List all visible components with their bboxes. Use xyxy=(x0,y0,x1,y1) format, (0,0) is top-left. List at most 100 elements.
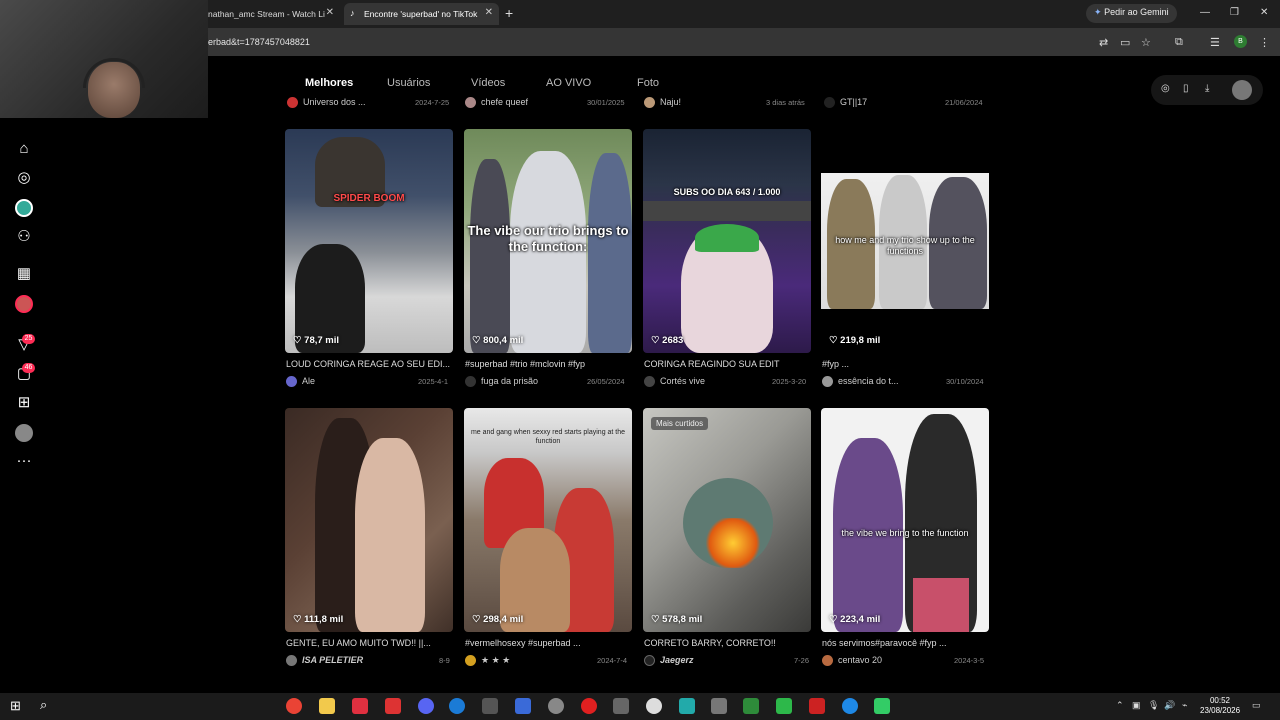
app-icon[interactable] xyxy=(711,698,727,714)
video-caption[interactable]: nós servimos#paravocê #fyp ... xyxy=(822,638,990,648)
app-icon[interactable] xyxy=(874,698,890,714)
restore-icon[interactable]: ❐ xyxy=(1230,7,1239,18)
user-avatar[interactable] xyxy=(1232,80,1252,100)
notifications-icon[interactable]: ▭ xyxy=(1252,700,1261,711)
extensions-icon[interactable]: ⧉ xyxy=(1175,36,1183,49)
video-caption[interactable]: LOUD CORINGA REAGE AO SEU EDI... xyxy=(286,359,454,369)
translate-icon[interactable]: ⇄ xyxy=(1099,36,1108,49)
avatar xyxy=(824,97,835,108)
app-icon[interactable] xyxy=(646,698,662,714)
author-name: Ale xyxy=(302,376,316,386)
video-author[interactable]: Cortés vive 2025-3-20 xyxy=(644,375,812,389)
close-icon[interactable]: ✕ xyxy=(326,7,334,18)
video-caption[interactable]: CORINGA REAGINDO SUA EDIT xyxy=(644,359,812,369)
home-icon[interactable]: ⌂ xyxy=(15,140,33,158)
person-shape xyxy=(470,159,510,353)
video-caption[interactable]: #superbad #trio #mclovin #fyp xyxy=(465,359,633,369)
search-icon[interactable]: ⌕ xyxy=(40,697,47,713)
app-icon[interactable] xyxy=(613,698,629,714)
taskbar-clock[interactable]: 00:52 23/08/2026 xyxy=(1200,696,1240,716)
network-icon[interactable]: ⌁ xyxy=(1182,700,1187,711)
menu-dots-icon[interactable]: ⋮ xyxy=(1259,36,1270,49)
app-icon[interactable] xyxy=(743,698,759,714)
list-item[interactable]: Universo dos ... 2024-7-25 xyxy=(287,96,455,110)
video-caption[interactable]: CORRETO BARRY, CORRETO!! xyxy=(644,638,812,648)
live-icon[interactable]: ▦ xyxy=(15,265,33,283)
fire-shape xyxy=(703,518,763,568)
video-author[interactable]: centavo 20 2024-3-5 xyxy=(822,654,990,668)
new-tab-button[interactable]: + xyxy=(505,5,513,21)
video-author[interactable]: Ale 2025-4-1 xyxy=(286,375,454,389)
edge-icon[interactable] xyxy=(842,698,858,714)
close-icon[interactable]: ✕ xyxy=(485,7,493,18)
app-icon[interactable] xyxy=(515,698,531,714)
post-date: 26/05/2024 xyxy=(587,377,625,386)
like-count-value: 578,8 mil xyxy=(662,614,703,625)
thumb-overlay-text: SPIDER BOOM xyxy=(333,193,405,204)
list-item[interactable]: GT||17 21/06/2024 xyxy=(824,96,992,110)
avatar xyxy=(286,376,297,387)
file-explorer-icon[interactable] xyxy=(319,698,335,714)
author-name: Naju! xyxy=(660,97,682,107)
tray-expand-icon[interactable]: ⌃ xyxy=(1116,700,1124,711)
profile-icon[interactable] xyxy=(15,424,33,442)
live-avatar-icon[interactable] xyxy=(15,295,33,313)
author-name: centavo 20 xyxy=(838,655,883,665)
tab-ao-vivo[interactable]: AO VIVO xyxy=(546,77,591,89)
app-icon[interactable] xyxy=(581,698,597,714)
app-icon[interactable] xyxy=(482,698,498,714)
volume-icon[interactable]: 🔊 xyxy=(1164,700,1175,711)
avatar xyxy=(465,97,476,108)
profile-avatar[interactable]: B xyxy=(1234,35,1247,48)
url-text[interactable]: erbad&t=1787457048821 xyxy=(208,37,310,47)
video-caption[interactable]: #fyp ... xyxy=(822,359,990,369)
tab-usuarios[interactable]: Usuários xyxy=(387,77,430,89)
video-author[interactable]: fuga da prisão 26/05/2024 xyxy=(465,375,633,389)
video-caption[interactable]: #vermelhosexy #superbad ... xyxy=(465,638,633,648)
phone-icon[interactable]: ▯ xyxy=(1183,83,1189,94)
app-icon[interactable] xyxy=(679,698,695,714)
cast-icon[interactable]: ▭ xyxy=(1120,36,1130,49)
explore-icon[interactable]: ◎ xyxy=(15,169,33,187)
friends-icon[interactable]: ⚇ xyxy=(15,228,33,246)
video-author[interactable]: essência do t... 30/10/2024 xyxy=(822,375,990,389)
more-icon[interactable]: ··· xyxy=(15,452,33,470)
windows-start-icon[interactable]: ⊞ xyxy=(10,698,21,714)
video-author[interactable]: ★ ★ ★ 2024-7-4 xyxy=(465,654,633,668)
bookmark-star-icon[interactable]: ☆ xyxy=(1141,36,1151,49)
close-window-icon[interactable]: ✕ xyxy=(1260,7,1268,18)
list-item[interactable]: Naju! 3 dias atrás xyxy=(644,96,812,110)
tiktok-app-icon[interactable] xyxy=(352,698,368,714)
download-icon[interactable]: ⤓ xyxy=(1205,83,1209,94)
post-date: 2025-4-1 xyxy=(418,377,449,386)
tab-tiktok[interactable]: ♪ Encontre 'superbad' no TikTok ✕ xyxy=(344,3,499,25)
steam-icon[interactable] xyxy=(449,698,465,714)
compass-icon[interactable]: ◎ xyxy=(1161,83,1170,94)
video-author[interactable]: ISA PELETIER 8-9 xyxy=(286,654,454,668)
avatar xyxy=(465,376,476,387)
author-name: ISA PELETIER xyxy=(302,655,364,665)
obs-icon[interactable] xyxy=(548,698,564,714)
video-caption[interactable]: GENTE, EU AMO MUITO TWD!! ||... xyxy=(286,638,454,648)
post-date: 3 dias atrás xyxy=(766,98,805,107)
discord-icon[interactable] xyxy=(418,698,434,714)
microphone-icon[interactable]: 🎙 xyxy=(1148,700,1159,711)
app-icon[interactable] xyxy=(385,698,401,714)
upload-icon[interactable]: ⊞ xyxy=(15,394,33,412)
gemini-button[interactable]: ✦ Pedir ao Gemini xyxy=(1086,4,1177,23)
minimize-icon[interactable]: — xyxy=(1200,7,1210,18)
app-icon[interactable] xyxy=(776,698,792,714)
green-hair-shape xyxy=(695,224,759,252)
reading-list-icon[interactable]: ☰ xyxy=(1210,36,1220,49)
following-avatar-icon[interactable] xyxy=(15,199,33,217)
tab-videos[interactable]: Vídeos xyxy=(471,77,505,89)
tray-app-icon[interactable]: ▣ xyxy=(1132,700,1141,711)
tab-foto[interactable]: Foto xyxy=(637,77,659,89)
chrome-app-icon[interactable] xyxy=(286,698,302,714)
app-icon[interactable] xyxy=(809,698,825,714)
tab-melhores[interactable]: Melhores xyxy=(305,77,353,89)
like-count: ♡ 111,8 mil xyxy=(293,614,343,625)
tab-stream[interactable]: nathan_amc Stream - Watch Li ✕ xyxy=(200,3,340,25)
video-author[interactable]: Jaegerz 7-26 xyxy=(644,654,812,668)
list-item[interactable]: chefe queef 30/01/2025 xyxy=(465,96,633,110)
